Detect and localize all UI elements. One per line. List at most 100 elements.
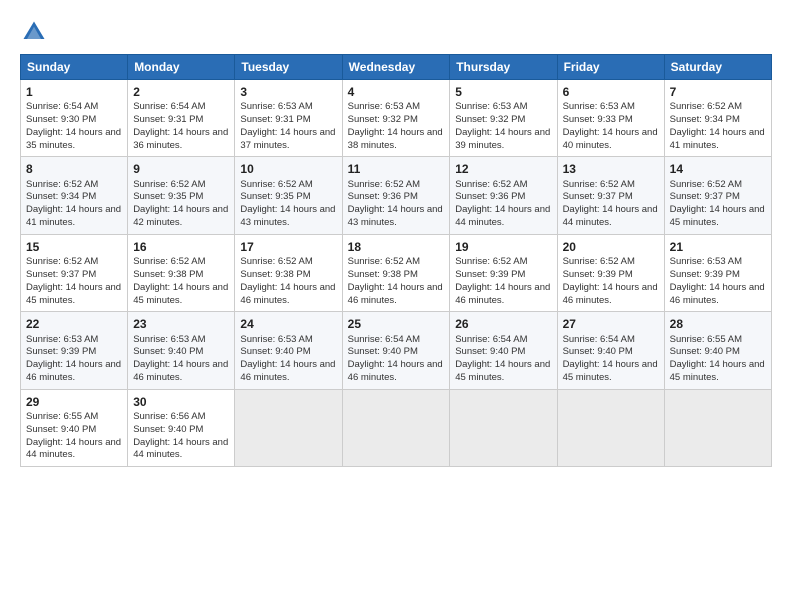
calendar-cell: 6 Sunrise: 6:53 AM Sunset: 9:33 PM Dayli… <box>557 80 664 157</box>
sunrise-label: Sunrise: 6:52 AM <box>348 256 420 267</box>
day-number: 24 <box>240 316 336 332</box>
daylight-label: Daylight: 14 hours and 45 minutes. <box>670 359 765 383</box>
sunset-label: Sunset: 9:33 PM <box>563 114 633 125</box>
sunset-label: Sunset: 9:40 PM <box>240 346 310 357</box>
calendar-table: SundayMondayTuesdayWednesdayThursdayFrid… <box>20 54 772 467</box>
daylight-label: Daylight: 14 hours and 43 minutes. <box>348 204 443 228</box>
daylight-label: Daylight: 14 hours and 45 minutes. <box>26 282 121 306</box>
calendar-week-row: 15 Sunrise: 6:52 AM Sunset: 9:37 PM Dayl… <box>21 234 772 311</box>
sunset-label: Sunset: 9:30 PM <box>26 114 96 125</box>
page: SundayMondayTuesdayWednesdayThursdayFrid… <box>0 0 792 612</box>
calendar-header-row: SundayMondayTuesdayWednesdayThursdayFrid… <box>21 55 772 80</box>
calendar-cell: 3 Sunrise: 6:53 AM Sunset: 9:31 PM Dayli… <box>235 80 342 157</box>
calendar-cell: 21 Sunrise: 6:53 AM Sunset: 9:39 PM Dayl… <box>664 234 771 311</box>
day-number: 8 <box>26 161 122 177</box>
calendar-cell: 26 Sunrise: 6:54 AM Sunset: 9:40 PM Dayl… <box>450 312 557 389</box>
sunrise-label: Sunrise: 6:53 AM <box>670 256 742 267</box>
daylight-label: Daylight: 14 hours and 38 minutes. <box>348 127 443 151</box>
day-number: 28 <box>670 316 766 332</box>
day-number: 20 <box>563 239 659 255</box>
weekday-header-wednesday: Wednesday <box>342 55 450 80</box>
sunrise-label: Sunrise: 6:55 AM <box>670 334 742 345</box>
sunset-label: Sunset: 9:34 PM <box>26 191 96 202</box>
daylight-label: Daylight: 14 hours and 46 minutes. <box>133 359 228 383</box>
day-number: 14 <box>670 161 766 177</box>
sunset-label: Sunset: 9:32 PM <box>348 114 418 125</box>
sunrise-label: Sunrise: 6:53 AM <box>240 334 312 345</box>
calendar-cell: 4 Sunrise: 6:53 AM Sunset: 9:32 PM Dayli… <box>342 80 450 157</box>
daylight-label: Daylight: 14 hours and 37 minutes. <box>240 127 335 151</box>
day-number: 7 <box>670 84 766 100</box>
calendar-cell: 29 Sunrise: 6:55 AM Sunset: 9:40 PM Dayl… <box>21 389 128 466</box>
daylight-label: Daylight: 14 hours and 45 minutes. <box>563 359 658 383</box>
sunset-label: Sunset: 9:31 PM <box>240 114 310 125</box>
day-number: 25 <box>348 316 445 332</box>
calendar-cell: 5 Sunrise: 6:53 AM Sunset: 9:32 PM Dayli… <box>450 80 557 157</box>
calendar-cell <box>342 389 450 466</box>
daylight-label: Daylight: 14 hours and 40 minutes. <box>563 127 658 151</box>
calendar-cell: 1 Sunrise: 6:54 AM Sunset: 9:30 PM Dayli… <box>21 80 128 157</box>
sunrise-label: Sunrise: 6:52 AM <box>26 256 98 267</box>
day-number: 27 <box>563 316 659 332</box>
day-number: 15 <box>26 239 122 255</box>
day-number: 23 <box>133 316 229 332</box>
calendar-cell: 17 Sunrise: 6:52 AM Sunset: 9:38 PM Dayl… <box>235 234 342 311</box>
calendar-cell: 20 Sunrise: 6:52 AM Sunset: 9:39 PM Dayl… <box>557 234 664 311</box>
day-number: 17 <box>240 239 336 255</box>
weekday-header-tuesday: Tuesday <box>235 55 342 80</box>
sunrise-label: Sunrise: 6:54 AM <box>26 101 98 112</box>
daylight-label: Daylight: 14 hours and 46 minutes. <box>240 359 335 383</box>
calendar-cell: 15 Sunrise: 6:52 AM Sunset: 9:37 PM Dayl… <box>21 234 128 311</box>
sunrise-label: Sunrise: 6:55 AM <box>26 411 98 422</box>
day-number: 19 <box>455 239 551 255</box>
calendar-cell: 8 Sunrise: 6:52 AM Sunset: 9:34 PM Dayli… <box>21 157 128 234</box>
day-number: 22 <box>26 316 122 332</box>
daylight-label: Daylight: 14 hours and 44 minutes. <box>563 204 658 228</box>
logo-icon <box>20 18 48 46</box>
daylight-label: Daylight: 14 hours and 44 minutes. <box>26 437 121 461</box>
calendar-cell: 22 Sunrise: 6:53 AM Sunset: 9:39 PM Dayl… <box>21 312 128 389</box>
calendar-cell <box>235 389 342 466</box>
weekday-header-monday: Monday <box>128 55 235 80</box>
daylight-label: Daylight: 14 hours and 36 minutes. <box>133 127 228 151</box>
sunrise-label: Sunrise: 6:52 AM <box>563 256 635 267</box>
sunrise-label: Sunrise: 6:52 AM <box>240 179 312 190</box>
daylight-label: Daylight: 14 hours and 46 minutes. <box>670 282 765 306</box>
calendar-cell <box>664 389 771 466</box>
daylight-label: Daylight: 14 hours and 43 minutes. <box>240 204 335 228</box>
sunset-label: Sunset: 9:40 PM <box>455 346 525 357</box>
daylight-label: Daylight: 14 hours and 44 minutes. <box>133 437 228 461</box>
calendar-cell: 2 Sunrise: 6:54 AM Sunset: 9:31 PM Dayli… <box>128 80 235 157</box>
daylight-label: Daylight: 14 hours and 41 minutes. <box>26 204 121 228</box>
calendar-cell <box>450 389 557 466</box>
sunset-label: Sunset: 9:32 PM <box>455 114 525 125</box>
daylight-label: Daylight: 14 hours and 42 minutes. <box>133 204 228 228</box>
daylight-label: Daylight: 14 hours and 45 minutes. <box>670 204 765 228</box>
sunset-label: Sunset: 9:40 PM <box>348 346 418 357</box>
daylight-label: Daylight: 14 hours and 46 minutes. <box>26 359 121 383</box>
sunset-label: Sunset: 9:34 PM <box>670 114 740 125</box>
day-number: 13 <box>563 161 659 177</box>
sunrise-label: Sunrise: 6:54 AM <box>455 334 527 345</box>
sunrise-label: Sunrise: 6:54 AM <box>563 334 635 345</box>
sunset-label: Sunset: 9:38 PM <box>348 269 418 280</box>
logo <box>20 18 52 46</box>
daylight-label: Daylight: 14 hours and 46 minutes. <box>348 359 443 383</box>
calendar-cell: 9 Sunrise: 6:52 AM Sunset: 9:35 PM Dayli… <box>128 157 235 234</box>
calendar-cell: 27 Sunrise: 6:54 AM Sunset: 9:40 PM Dayl… <box>557 312 664 389</box>
day-number: 21 <box>670 239 766 255</box>
day-number: 11 <box>348 161 445 177</box>
sunrise-label: Sunrise: 6:53 AM <box>133 334 205 345</box>
calendar-week-row: 29 Sunrise: 6:55 AM Sunset: 9:40 PM Dayl… <box>21 389 772 466</box>
calendar-cell: 28 Sunrise: 6:55 AM Sunset: 9:40 PM Dayl… <box>664 312 771 389</box>
sunrise-label: Sunrise: 6:54 AM <box>133 101 205 112</box>
sunset-label: Sunset: 9:39 PM <box>455 269 525 280</box>
day-number: 10 <box>240 161 336 177</box>
sunset-label: Sunset: 9:36 PM <box>455 191 525 202</box>
calendar-cell: 11 Sunrise: 6:52 AM Sunset: 9:36 PM Dayl… <box>342 157 450 234</box>
sunset-label: Sunset: 9:35 PM <box>240 191 310 202</box>
daylight-label: Daylight: 14 hours and 46 minutes. <box>348 282 443 306</box>
sunset-label: Sunset: 9:40 PM <box>670 346 740 357</box>
sunset-label: Sunset: 9:39 PM <box>26 346 96 357</box>
sunset-label: Sunset: 9:36 PM <box>348 191 418 202</box>
